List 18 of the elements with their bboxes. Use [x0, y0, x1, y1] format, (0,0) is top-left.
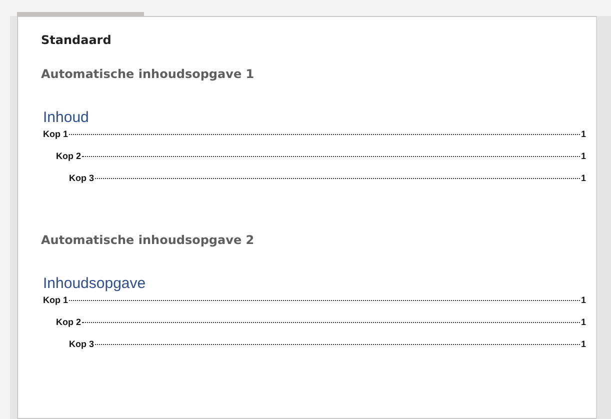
gallery-item-title: Automatische inhoudsopgave 1	[41, 67, 256, 81]
toc-heading: Inhoud	[43, 109, 90, 126]
section-title: Standaard	[41, 33, 112, 47]
toc-entry: Kop 1	[43, 129, 68, 139]
toc-entry: Kop 3	[69, 173, 94, 183]
ribbon-tab[interactable]	[17, 12, 144, 16]
toc-entry: Kop 2	[56, 151, 82, 161]
toc-heading: Inhoudsopgave	[43, 275, 147, 292]
page-number: 1	[580, 317, 586, 327]
page-number: 1	[580, 173, 586, 183]
toc-entry: Kop 2	[56, 317, 82, 327]
gallery-item-title: Automatische inhoudsopgave 2	[41, 233, 256, 247]
page-number: 1	[580, 129, 586, 139]
toc-entry: Kop 1	[43, 295, 68, 305]
page-number: 1	[580, 151, 586, 161]
page-number: 1	[580, 339, 586, 349]
page-number: 1	[580, 295, 586, 305]
toc-entry: Kop 3	[69, 339, 94, 349]
